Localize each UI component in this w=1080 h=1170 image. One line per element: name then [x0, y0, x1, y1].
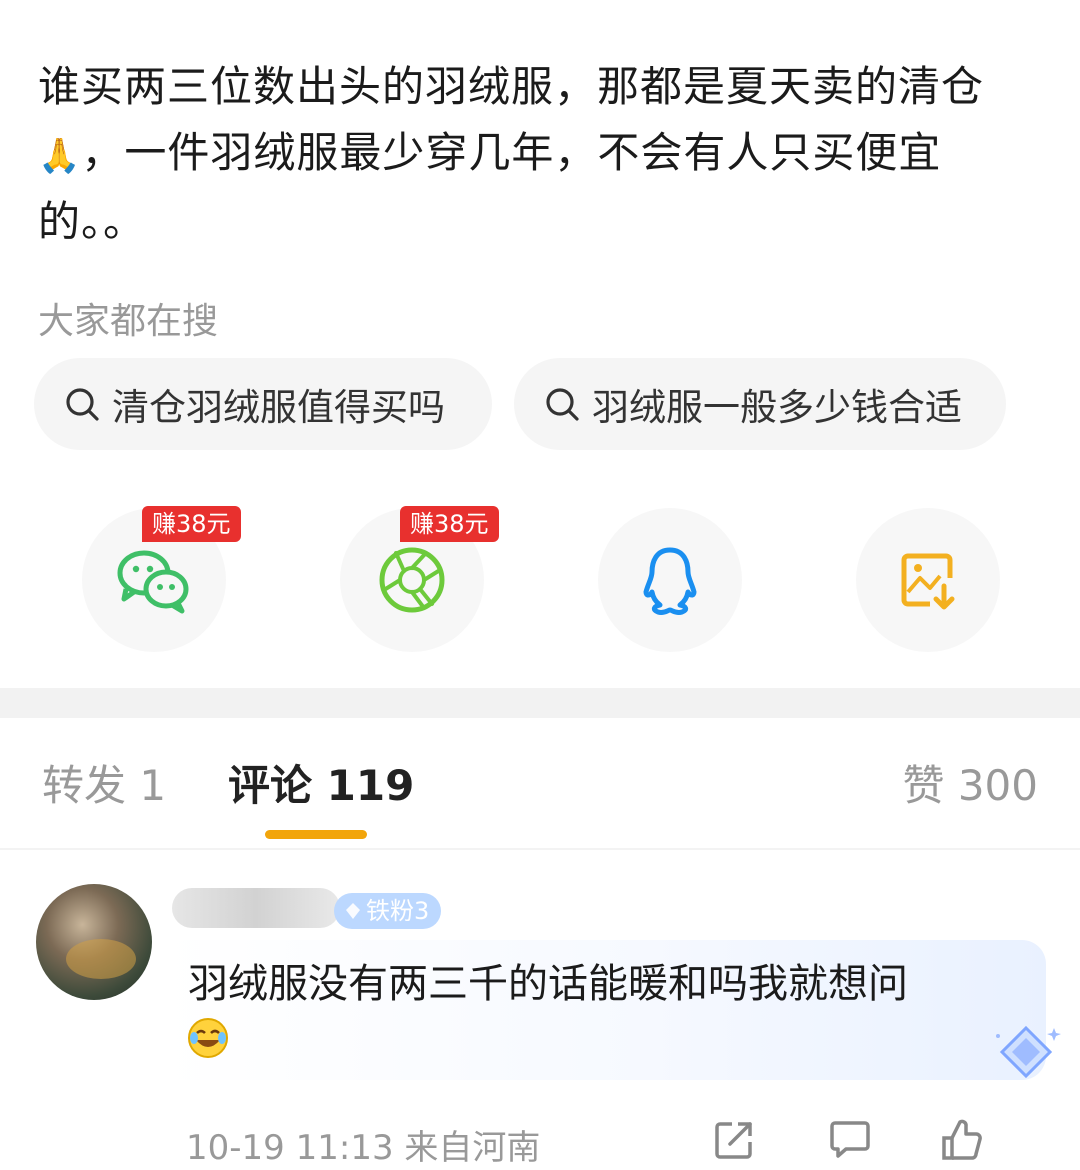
share-moments-button[interactable]: 赚38元 — [340, 506, 499, 652]
search-section-label: 大家都在搜 — [38, 301, 219, 342]
save-image-button[interactable] — [856, 508, 1000, 652]
comment-icon[interactable] — [826, 1116, 874, 1164]
tab-reposts[interactable]: 转发 1 — [42, 758, 166, 814]
diamond-decoration-icon — [996, 1025, 1061, 1079]
moments-icon — [379, 547, 445, 613]
search-chip-1-label: 清仓羽绒服值得买吗 — [112, 386, 445, 429]
post-line-2-text: ，一件羽绒服最少穿几年，不会有人只买便宜 — [81, 128, 942, 177]
section-divider — [0, 688, 1080, 718]
post-line-2: 🙏，一件羽绒服最少穿几年，不会有人只买便宜 — [38, 120, 1038, 189]
search-icon — [66, 388, 99, 421]
share-wechat-button[interactable]: 赚38元 — [82, 506, 241, 652]
diamond-icon — [346, 903, 360, 919]
post-content: 谁买两三位数出头的羽绒服，那都是夏天卖的清仓 🙏，一件羽绒服最少穿几年，不会有人… — [38, 54, 1038, 255]
post-line-1: 谁买两三位数出头的羽绒服，那都是夏天卖的清仓 — [38, 62, 985, 111]
username-blurred[interactable] — [172, 888, 340, 928]
tab-comments[interactable]: 评论 119 — [228, 758, 414, 814]
like-icon[interactable] — [938, 1116, 986, 1164]
reward-badge: 赚38元 — [400, 506, 499, 542]
tab-likes[interactable]: 赞 300 — [902, 758, 1038, 814]
share-icon[interactable] — [710, 1116, 758, 1164]
fan-level-label: 铁粉3 — [366, 897, 430, 925]
comment-location: 来自河南 — [404, 1128, 541, 1168]
active-tab-indicator — [265, 830, 367, 839]
praying-hands-emoji-icon: 🙏 — [38, 136, 82, 176]
post-line-3: 的。。 — [38, 197, 147, 246]
comment-meta: 10-19 11:13 来自河南 — [186, 1120, 540, 1169]
search-chip-2-label: 羽绒服一般多少钱合适 — [592, 386, 962, 429]
reward-badge: 赚38元 — [142, 506, 241, 542]
search-icon — [546, 388, 579, 421]
fan-level-badge: 铁粉3 — [334, 893, 442, 929]
laughing-emoji-icon — [188, 1018, 228, 1058]
save-image-icon — [901, 553, 955, 610]
qq-icon — [643, 547, 697, 616]
tab-divider — [0, 848, 1080, 850]
comment-time: 10-19 11:13 — [186, 1128, 394, 1168]
wechat-icon — [117, 550, 189, 614]
search-chip-1[interactable]: 清仓羽绒服值得买吗 — [34, 358, 492, 450]
search-chip-2[interactable]: 羽绒服一般多少钱合适 — [514, 358, 1006, 450]
avatar[interactable] — [36, 884, 152, 1000]
share-qq-button[interactable] — [598, 508, 742, 652]
comment-text: 羽绒服没有两三千的话能暖和吗我就想问 — [188, 961, 908, 1007]
